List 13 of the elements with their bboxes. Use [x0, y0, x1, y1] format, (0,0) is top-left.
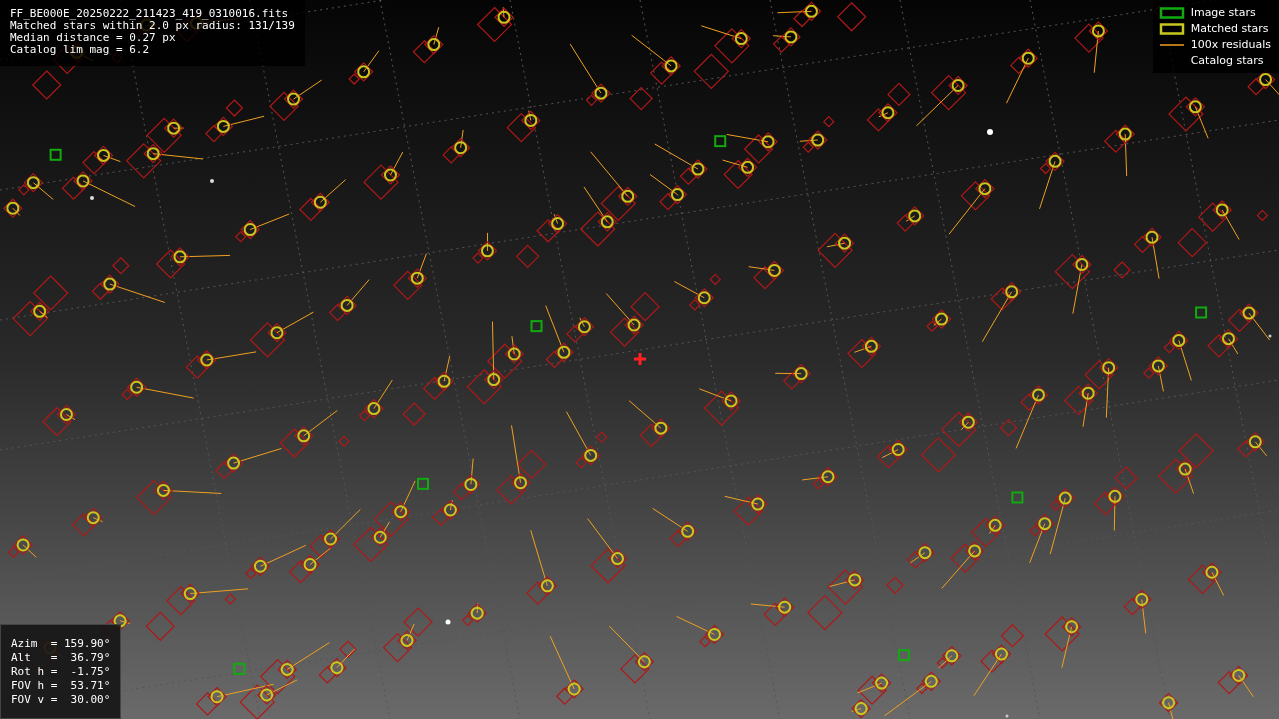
pointing-text: Rot h = -1.75° [11, 665, 111, 678]
pointing-text: FOV v = 30.00° [11, 693, 111, 706]
pointing-text: FOV h = 53.71° [11, 679, 111, 692]
info-text: Median distance = 0.27 px [10, 32, 177, 44]
info-text: Matched stars within 2.0 px radius: 131/139 [10, 20, 295, 32]
info-text: Catalog lim mag = 6.2 [10, 44, 151, 56]
info-text: FF_BE000E_20250222_211423_419_0310016.fits [10, 8, 290, 20]
legend-label: Matched stars [1190, 22, 1269, 35]
legend-label: Catalog stars [1190, 54, 1264, 67]
pointing-text: Alt = 36.79° [11, 651, 111, 664]
legend-label: Image stars [1190, 6, 1256, 19]
pointing-text: Azim = 159.90° [11, 637, 111, 650]
legend-label: 100x residuals [1190, 38, 1271, 51]
